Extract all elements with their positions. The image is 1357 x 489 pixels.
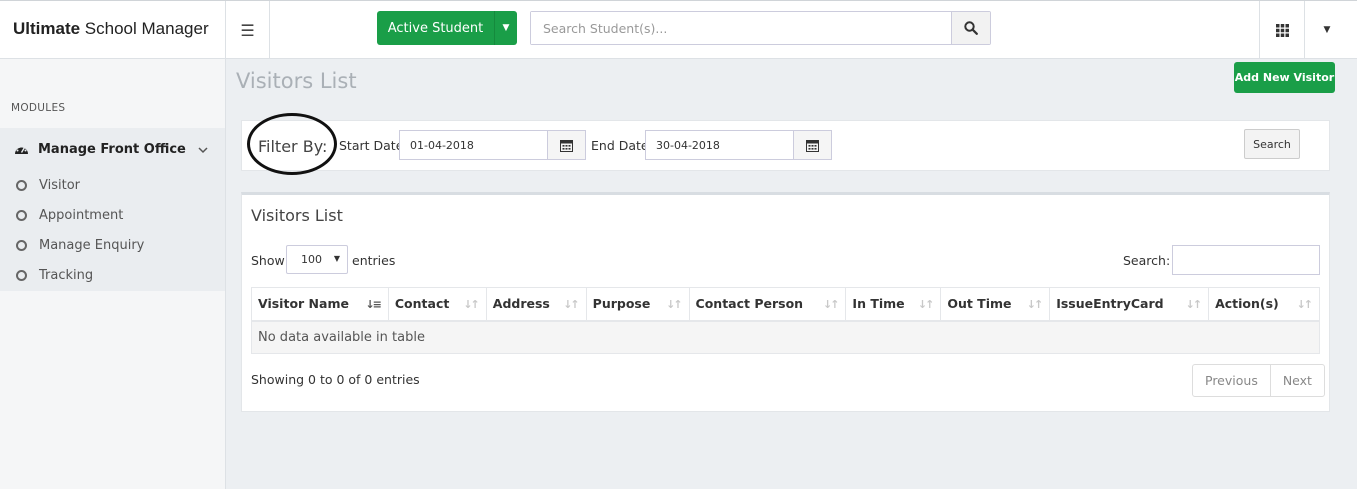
- modules-heading: MODULES: [11, 102, 66, 114]
- student-search: [530, 11, 991, 45]
- circle-icon: [16, 179, 27, 191]
- active-student-label[interactable]: Active Student: [377, 11, 495, 45]
- column-label: Contact Person: [695, 296, 804, 312]
- filter-by-label: Filter By:: [258, 137, 328, 156]
- column-header-issue-entry-card[interactable]: IssueEntryCard ↓↑: [1049, 287, 1210, 322]
- calendar-icon[interactable]: [793, 131, 831, 159]
- column-label: Visitor Name: [258, 296, 349, 312]
- sort-icon: ↓↑: [563, 298, 580, 311]
- caret-down-icon[interactable]: ▼: [495, 11, 517, 45]
- sort-icon: ↓↑: [822, 298, 840, 311]
- end-date-label: End Date:: [591, 138, 653, 153]
- next-page-button[interactable]: Next: [1271, 365, 1324, 396]
- circle-icon: [16, 209, 27, 221]
- brand-rest: School Manager: [80, 19, 209, 38]
- circle-icon: [16, 269, 27, 281]
- column-header-actions[interactable]: Action(s) ↓↑: [1208, 287, 1320, 322]
- previous-page-button[interactable]: Previous: [1193, 365, 1271, 396]
- sidebar-item-manage-enquiry[interactable]: Manage Enquiry: [0, 230, 225, 260]
- end-date-value[interactable]: 30-04-2018: [646, 131, 793, 159]
- add-new-visitor-button[interactable]: Add New Visitor: [1234, 62, 1335, 93]
- sort-icon: ↓↑: [1185, 298, 1203, 311]
- column-header-address[interactable]: Address ↓↑: [485, 287, 587, 322]
- column-label: In Time: [852, 296, 905, 312]
- user-menu-caret-icon[interactable]: ▼: [1304, 1, 1349, 59]
- column-header-out-time[interactable]: Out Time ↓↑: [940, 287, 1051, 322]
- sidebar-item-label: Appointment: [39, 207, 124, 223]
- select-arrow-icon: ▼: [333, 254, 340, 263]
- visitors-table: Visitor Name ↓≡ Contact ↓↑ Address ↓↑ Purpo…: [251, 287, 1320, 354]
- column-label: Purpose: [592, 296, 651, 312]
- start-date-label: Start Date:: [339, 138, 408, 153]
- list-title: Visitors List: [251, 206, 343, 225]
- sidebar-item-tracking[interactable]: Tracking: [0, 260, 225, 290]
- calendar-icon[interactable]: [547, 131, 585, 159]
- pagination: Previous Next: [1192, 364, 1325, 397]
- sidebar-item-visitor[interactable]: Visitor: [0, 170, 225, 200]
- sort-icon: ↓↑: [917, 298, 935, 311]
- show-label: Show: [251, 253, 285, 268]
- filter-panel: Filter By: Start Date: 01-04-2018 End Da…: [241, 113, 1330, 175]
- column-label: Action(s): [1215, 296, 1279, 312]
- page-title: Visitors List: [236, 69, 357, 93]
- active-student-dropdown[interactable]: Active Student ▼: [377, 11, 517, 45]
- table-row: No data available in table: [251, 320, 1320, 354]
- column-header-purpose[interactable]: Purpose ↓↑: [585, 287, 690, 322]
- nav-section-front-office: Manage Front Office Visitor Appointment …: [0, 128, 225, 291]
- top-navbar: Ultimate School Manager ☰ Active Student…: [0, 0, 1357, 59]
- sort-icon: ↓↑: [1296, 298, 1314, 311]
- start-date-value[interactable]: 01-04-2018: [400, 131, 547, 159]
- sort-icon: ↓↑: [1026, 298, 1044, 311]
- sidebar-item-label: Manage Enquiry: [39, 237, 145, 253]
- student-search-input[interactable]: [531, 12, 951, 44]
- column-label: Out Time: [947, 296, 1012, 312]
- table-search-label: Search:: [1123, 253, 1171, 268]
- column-label: Contact: [394, 296, 450, 312]
- sort-ascending-icon: ↓≡: [365, 298, 382, 311]
- sidebar-item-manage-front-office[interactable]: Manage Front Office: [0, 128, 225, 170]
- brand-bold: Ultimate: [13, 19, 81, 38]
- column-label: Address: [492, 296, 550, 312]
- search-button[interactable]: [951, 12, 990, 44]
- column-header-in-time[interactable]: In Time ↓↑: [845, 287, 942, 322]
- sidebar-item-label: Visitor: [39, 177, 80, 193]
- hamburger-menu-icon[interactable]: ☰: [226, 1, 270, 59]
- circle-icon: [16, 239, 27, 251]
- column-header-contact[interactable]: Contact ↓↑: [387, 287, 487, 322]
- sidebar: MODULES Manage Front Office Visitor Appo…: [0, 59, 226, 489]
- page-size-select[interactable]: 100 ▼: [286, 245, 348, 274]
- sidebar-section-label: Manage Front Office: [38, 141, 186, 157]
- dashboard-gauge-icon: [14, 143, 30, 155]
- table-search-input[interactable]: [1172, 245, 1320, 275]
- start-date-field[interactable]: 01-04-2018: [399, 130, 586, 160]
- chevron-down-icon[interactable]: [198, 143, 208, 158]
- column-header-visitor-name[interactable]: Visitor Name ↓≡: [251, 287, 389, 322]
- column-label: IssueEntryCard: [1056, 296, 1164, 312]
- sort-icon: ↓↑: [463, 298, 480, 311]
- app-brand[interactable]: Ultimate School Manager: [0, 1, 226, 59]
- end-date-field[interactable]: 30-04-2018: [645, 130, 832, 160]
- grid-icon: [1275, 23, 1289, 37]
- page-size-value: 100: [301, 253, 322, 266]
- column-header-contact-person[interactable]: Contact Person ↓↑: [688, 287, 847, 322]
- filter-search-button[interactable]: Search: [1244, 129, 1300, 159]
- sort-icon: ↓↑: [666, 298, 683, 311]
- apps-grid-icon[interactable]: [1259, 1, 1304, 59]
- entries-label: entries: [352, 253, 396, 268]
- search-icon: [964, 21, 978, 35]
- visitors-list-panel: Visitors List Show 100 ▼ entries Search:…: [241, 192, 1330, 412]
- empty-table-message: No data available in table: [251, 320, 1320, 354]
- sidebar-item-appointment[interactable]: Appointment: [0, 200, 225, 230]
- sidebar-item-label: Tracking: [39, 267, 94, 283]
- table-info: Showing 0 to 0 of 0 entries: [251, 372, 420, 387]
